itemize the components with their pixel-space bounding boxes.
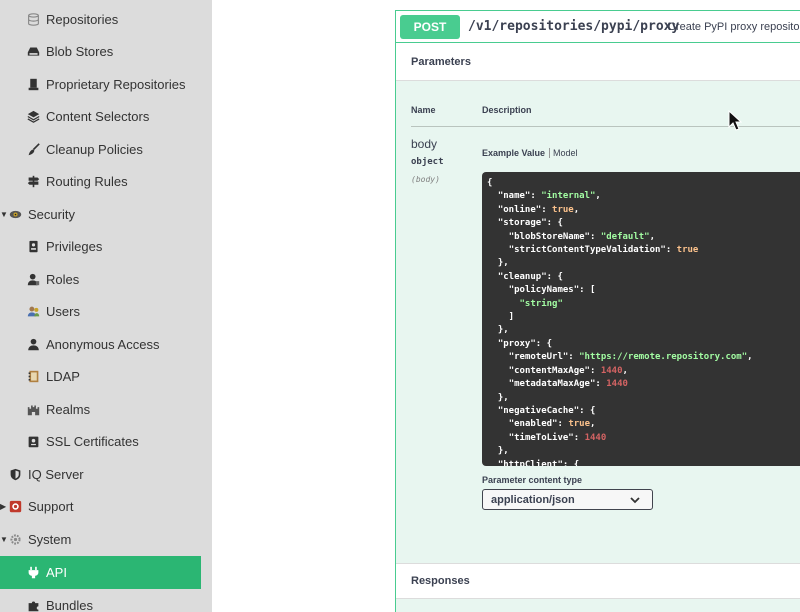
address-book-icon (26, 370, 40, 384)
eye-icon (8, 208, 22, 222)
signpost-icon (26, 175, 40, 189)
sidebar-item-label: Realms (46, 402, 91, 417)
plug-icon (26, 566, 40, 580)
sidebar-item-label: System (28, 532, 72, 547)
sidebar-item-label: Repositories (46, 12, 119, 27)
sidebar-item-label: Content Selectors (46, 109, 150, 124)
castle-icon (26, 403, 40, 417)
http-method-badge: POST (400, 15, 460, 39)
gear-icon (8, 533, 22, 547)
caret-down-icon: ▼ (0, 535, 8, 544)
chevron-down-icon (630, 497, 640, 504)
sidebar-item-realms[interactable]: Realms (0, 393, 212, 426)
content-type-select[interactable]: application/json (482, 489, 653, 510)
sidebar-item-privileges[interactable]: Privileges (0, 230, 212, 263)
sidebar-item-system[interactable]: ▼ System (0, 523, 212, 556)
sidebar-item-blob-stores[interactable]: Blob Stores (0, 35, 212, 68)
sidebar-item-label: Routing Rules (46, 174, 128, 189)
responses-header: Responses (396, 563, 800, 599)
user-icon (26, 338, 40, 352)
sidebar-item-label: Privileges (46, 239, 103, 254)
sidebar-item-users[interactable]: Users (0, 295, 212, 328)
certificate-icon (26, 435, 40, 449)
content-type-value: application/json (491, 493, 575, 506)
sidebar-item-label: Users (46, 304, 80, 319)
layers-icon (26, 110, 40, 124)
operation-summary: Create PyPI proxy repository (668, 21, 800, 33)
operation-summary-bar[interactable]: POST /v1/repositories/pypi/proxy Create … (396, 11, 800, 43)
sidebar-item-proprietary-repositories[interactable]: Proprietary Repositories (0, 68, 212, 101)
parameter-type: object (411, 157, 444, 167)
id-badge-icon (26, 240, 40, 254)
sidebar-item-iq-server[interactable]: IQ Server (0, 458, 212, 491)
mouse-cursor-icon (728, 110, 742, 131)
sidebar-item-label: Proprietary Repositories (46, 77, 186, 92)
sidebar-item-content-selectors[interactable]: Content Selectors (0, 100, 212, 133)
api-operation-block: POST /v1/repositories/pypi/proxy Create … (395, 10, 800, 612)
column-header-description: Description (482, 105, 532, 115)
parameters-header: Parameters (396, 43, 800, 81)
hard-drive-icon (26, 45, 40, 59)
sidebar-item-label: Security (28, 207, 75, 222)
sidebar-item-support[interactable]: ▶ Support (0, 490, 212, 523)
responses-title: Responses (411, 575, 470, 587)
shield-icon (8, 468, 22, 482)
caret-right-icon: ▶ (0, 502, 7, 511)
column-header-name: Name (411, 105, 436, 115)
sidebar-item-label: API (46, 565, 67, 580)
lifebuoy-icon (8, 500, 22, 514)
sidebar-item-label: Roles (46, 272, 80, 287)
caret-down-icon: ▼ (0, 210, 8, 219)
sidebar-item-roles[interactable]: Roles (0, 263, 212, 296)
sidebar-item-api[interactable]: API (0, 556, 201, 589)
sidebar-item-bundles[interactable]: Bundles (0, 589, 212, 612)
sidebar: Repositories Blob Stores Proprietary Rep… (0, 0, 212, 612)
sidebar-item-cleanup-policies[interactable]: Cleanup Policies (0, 133, 212, 166)
sidebar-item-label: Blob Stores (46, 44, 114, 59)
user-tie-icon (26, 273, 40, 287)
example-value-code[interactable]: { "name": "internal", "online": true, "s… (482, 172, 800, 466)
sidebar-item-label: LDAP (46, 369, 80, 384)
proprietary-icon (26, 78, 40, 92)
sidebar-item-label: Anonymous Access (46, 337, 160, 352)
parameters-title: Parameters (411, 55, 471, 68)
broom-icon (26, 143, 40, 157)
sidebar-item-ldap[interactable]: LDAP (0, 360, 212, 393)
sidebar-item-routing-rules[interactable]: Routing Rules (0, 165, 212, 198)
tab-model[interactable]: Model (553, 148, 578, 158)
users-icon (26, 305, 40, 319)
sidebar-item-label: Support (28, 499, 74, 514)
parameter-name: body (411, 137, 438, 151)
content-type-label: Parameter content type (482, 475, 583, 485)
sidebar-item-label: SSL Certificates (46, 434, 139, 449)
database-icon (26, 13, 40, 27)
tab-example-value[interactable]: Example Value (482, 148, 551, 158)
parameter-location: (body) (411, 175, 440, 184)
sidebar-item-anonymous-access[interactable]: Anonymous Access (0, 328, 212, 361)
sidebar-item-label: Bundles (46, 598, 93, 612)
puzzle-icon (26, 599, 40, 612)
sidebar-item-label: IQ Server (28, 467, 84, 482)
sidebar-item-repositories[interactable]: Repositories (0, 3, 212, 36)
sidebar-item-security[interactable]: ▼ Security (0, 198, 212, 231)
sidebar-item-label: Cleanup Policies (46, 142, 143, 157)
operation-path: /v1/repositories/pypi/proxy (468, 19, 680, 34)
sidebar-item-ssl-certificates[interactable]: SSL Certificates (0, 425, 212, 458)
